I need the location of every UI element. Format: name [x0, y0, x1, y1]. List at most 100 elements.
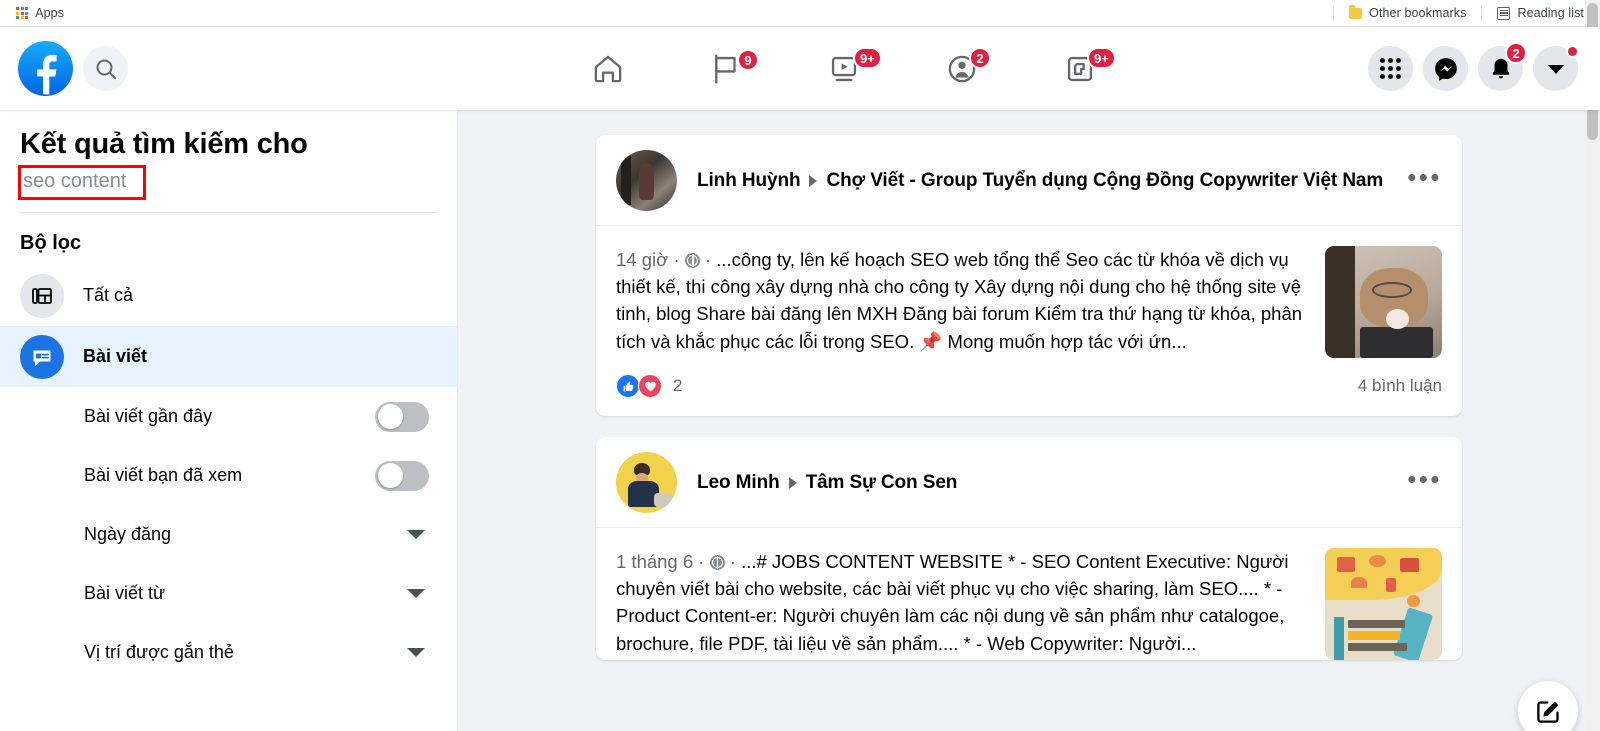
chevron-down-icon: [407, 648, 425, 658]
compose-icon: [1536, 700, 1559, 723]
page-body: Kết quả tìm kiếm cho Bộ lọc Tất cả: [0, 0, 1600, 731]
notifications-badge: 2: [1505, 42, 1527, 64]
reaction-count: 2: [673, 376, 683, 395]
messenger-icon: [1434, 57, 1457, 81]
nav-watch[interactable]: 9+: [785, 27, 903, 110]
sidebar-item-all[interactable]: Tất cả: [0, 265, 457, 326]
love-reaction-icon: [638, 374, 662, 398]
more-options-icon[interactable]: •••: [1407, 466, 1442, 492]
post-group[interactable]: Tâm Sự Con Sen: [806, 472, 958, 494]
reading-list-label: Reading list: [1517, 6, 1584, 20]
post-body: 14 giờ · · ...công ty, lên kế hoạch SEO …: [596, 226, 1462, 358]
compose-message-button[interactable]: [1518, 681, 1578, 731]
filter-recent-posts-label: Bài viết gần đây: [84, 406, 213, 427]
search-query-highlight: [18, 165, 146, 201]
menu-grid-icon: [1380, 58, 1401, 79]
filter-seen-posts-label: Bài viết bạn đã xem: [84, 465, 243, 486]
filter-post-date-label: Ngày đăng: [84, 524, 172, 545]
bookmark-apps-label: Apps: [35, 6, 65, 20]
filters-heading: Bộ lọc: [20, 232, 82, 255]
filter-recent-posts-toggle[interactable]: [375, 401, 429, 432]
chevron-down-icon: [407, 589, 425, 599]
filter-posted-by[interactable]: Bài viết từ: [0, 564, 457, 623]
post-text-block: 1 tháng 6 · · ...# JOBS CONTENT WEBSITE …: [616, 551, 1289, 654]
bookmark-other-bookmarks[interactable]: Other bookmarks: [1343, 2, 1472, 24]
gaming-badge: 9+: [1087, 47, 1116, 69]
facebook-top-navigation-bar: 9 9+ 2 9+ 2: [0, 27, 1600, 110]
post-title-line: Linh Huỳnh Chợ Viết - Group Tuyển dụng C…: [697, 170, 1383, 192]
nav-pages[interactable]: 9: [667, 27, 785, 110]
folder-icon: [1349, 5, 1363, 19]
post-header: Leo Minh Tâm Sự Con Sen •••: [596, 437, 1462, 527]
post-separator-icon: [788, 476, 797, 489]
sidebar-item-posts-label: Bài viết: [83, 346, 148, 367]
post-header: Linh Huỳnh Chợ Viết - Group Tuyển dụng C…: [596, 135, 1462, 225]
more-options-icon[interactable]: •••: [1407, 164, 1442, 190]
filter-posted-by-label: Bài viết từ: [84, 583, 166, 604]
groups-badge: 2: [969, 47, 991, 69]
like-reaction-icon: [616, 374, 640, 398]
account-menu-button[interactable]: [1533, 45, 1579, 91]
search-button[interactable]: [83, 46, 128, 91]
search-filters-sidebar: Kết quả tìm kiếm cho Bộ lọc Tất cả: [0, 110, 458, 731]
globe-icon: [709, 555, 725, 570]
post-card: Linh Huỳnh Chợ Viết - Group Tuyển dụng C…: [596, 135, 1462, 416]
post-body: 1 tháng 6 · · ...# JOBS CONTENT WEBSITE …: [596, 528, 1462, 660]
filter-seen-posts-toggle[interactable]: [375, 460, 429, 491]
nav-groups[interactable]: 2: [903, 27, 1021, 110]
nav-home[interactable]: [549, 27, 667, 110]
home-icon: [594, 55, 622, 82]
apps-grid-icon: [16, 6, 29, 20]
search-icon: [96, 59, 116, 79]
browser-bookmarks-bar: Apps Other bookmarks Reading list: [0, 0, 1600, 27]
filter-tagged-location[interactable]: Vị trí được gắn thẻ: [0, 623, 457, 682]
all-results-icon: [20, 273, 64, 318]
facebook-f-glyph: [37, 54, 57, 95]
other-bookmarks-label: Other bookmarks: [1369, 6, 1467, 20]
account-alert-dot: [1566, 45, 1579, 58]
avatar[interactable]: [616, 452, 677, 513]
posts-icon: [20, 334, 64, 379]
nav-gaming[interactable]: 9+: [1021, 27, 1139, 110]
filter-recent-posts[interactable]: Bài viết gần đây: [0, 387, 457, 446]
sidebar-item-all-label: Tất cả: [83, 285, 134, 306]
search-input[interactable]: [23, 170, 139, 194]
bookmark-separator: [1333, 5, 1335, 21]
post-reactions[interactable]: 2: [616, 374, 682, 398]
reading-list-icon: [1497, 6, 1511, 20]
post-group[interactable]: Chợ Viết - Group Tuyển dụng Cộng Đồng Co…: [826, 170, 1383, 192]
pages-badge: 9: [737, 49, 759, 71]
bookmark-separator-2: [1481, 5, 1483, 21]
post-title-line: Leo Minh Tâm Sự Con Sen: [697, 472, 957, 494]
facebook-logo[interactable]: [18, 41, 73, 96]
post-footer: 2 4 bình luận: [596, 358, 1462, 416]
post-card: Leo Minh Tâm Sự Con Sen ••• 1 tháng 6 · …: [596, 437, 1462, 660]
globe-icon: [684, 253, 700, 268]
chevron-down-icon: [1547, 64, 1564, 74]
search-query-wrapper: [0, 161, 457, 201]
post-timestamp: 14 giờ: [616, 249, 669, 270]
comment-count[interactable]: 4 bình luận: [1358, 376, 1442, 396]
post-text: ...công ty, lên kế hoạch SEO web tổng th…: [616, 249, 1303, 352]
post-thumbnail[interactable]: [1325, 246, 1442, 358]
page-title: Kết quả tìm kiếm cho: [20, 128, 308, 160]
post-author[interactable]: Linh Huỳnh: [697, 170, 801, 192]
chevron-down-icon: [407, 530, 425, 540]
filter-seen-posts[interactable]: Bài viết bạn đã xem: [0, 446, 457, 505]
filter-tagged-location-label: Vị trí được gắn thẻ: [84, 642, 234, 663]
sidebar-item-posts[interactable]: Bài viết: [0, 326, 457, 388]
bookmark-apps[interactable]: Apps: [10, 2, 70, 24]
bookmark-reading-list[interactable]: Reading list: [1491, 2, 1590, 24]
avatar[interactable]: [616, 150, 677, 211]
filter-post-date[interactable]: Ngày đăng: [0, 505, 457, 564]
watch-badge: 9+: [853, 47, 882, 69]
post-text-block: 14 giờ · · ...công ty, lên kế hoạch SEO …: [616, 249, 1303, 352]
messenger-button[interactable]: [1423, 46, 1468, 91]
notifications-button[interactable]: 2: [1478, 42, 1527, 91]
post-separator-icon: [809, 174, 818, 187]
post-author[interactable]: Leo Minh: [697, 472, 780, 494]
post-timestamp: 1 tháng 6: [616, 551, 694, 572]
search-results-feed: Linh Huỳnh Chợ Viết - Group Tuyển dụng C…: [458, 110, 1600, 731]
post-thumbnail[interactable]: [1325, 548, 1442, 660]
menu-grid-button[interactable]: [1368, 46, 1413, 91]
